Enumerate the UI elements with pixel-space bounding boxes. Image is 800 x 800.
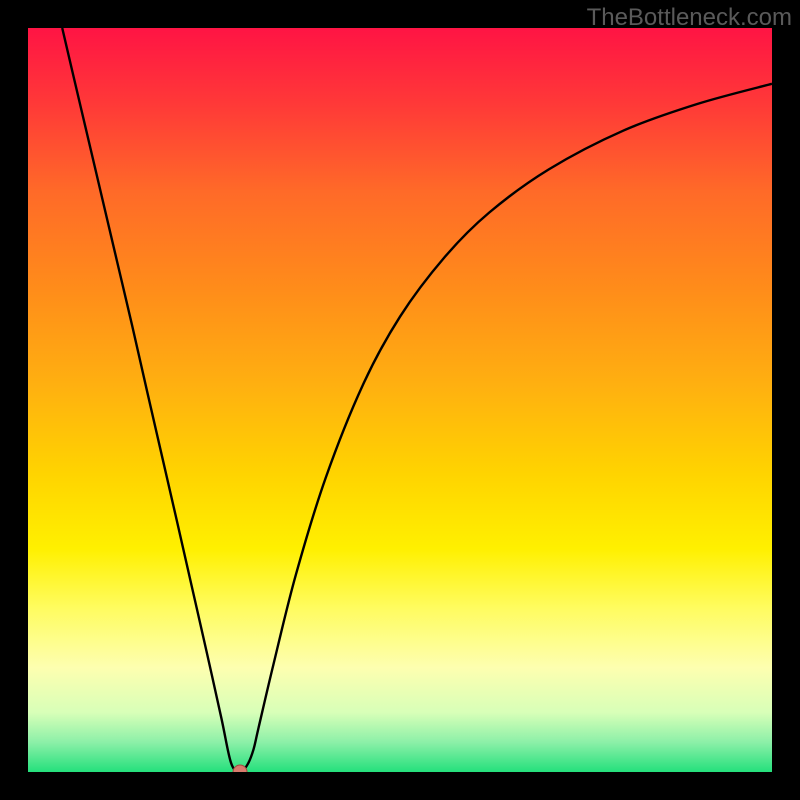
gradient-background — [28, 28, 772, 772]
bottleneck-chart — [28, 28, 772, 772]
watermark-text: TheBottleneck.com — [587, 4, 792, 32]
plot-area — [28, 28, 772, 772]
